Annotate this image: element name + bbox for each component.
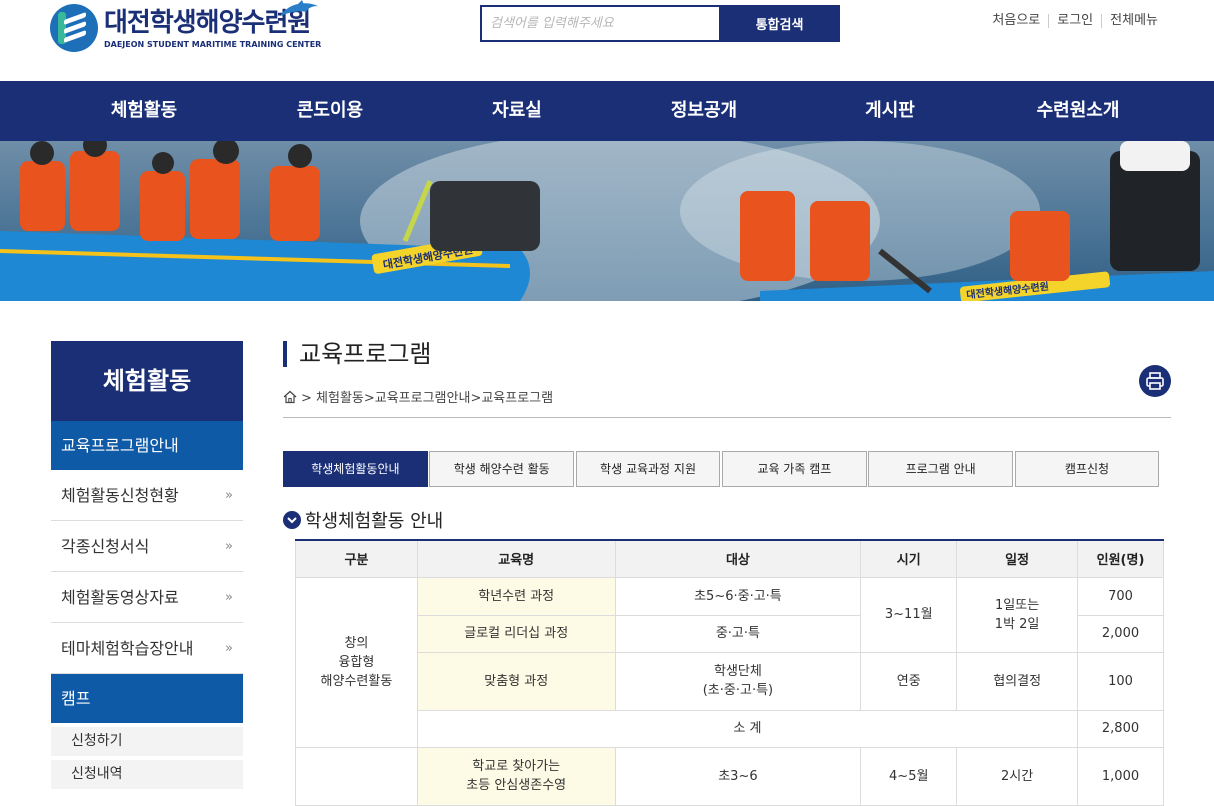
table-cell-category — [295, 746, 418, 806]
chevron-right-icon: » — [225, 590, 233, 605]
table-cell-name: 학년수련 과정 — [416, 576, 616, 616]
table-cell-name: 글로컬 리더십 과정 — [416, 614, 616, 653]
table-cell-name: 학교로 찾아가는 초등 안심생존수영 — [416, 746, 616, 806]
search-button[interactable]: 통합검색 — [719, 5, 840, 42]
breadcrumb-path: > 체험활동>교육프로그램안내>교육프로그램 — [301, 391, 554, 406]
table-row: 창의 융합형 해양수련활동 학년수련 과정 초5~6·중·고·특 3~11월 1… — [295, 576, 1164, 748]
table-cell-count: 100 — [1077, 651, 1164, 711]
sidebar-item-label: 각종신청서식 — [61, 537, 150, 556]
table-cell-schedule: 협의결정 — [956, 651, 1079, 711]
table-cell-count: 1,000 — [1077, 746, 1164, 806]
sidebar-item-label: 체험활동영상자료 — [61, 588, 179, 607]
table-cell-period: 4~5월 — [860, 746, 958, 806]
nav-condo[interactable]: 콘도이용 — [250, 81, 410, 141]
table-cell-count: 700 — [1077, 576, 1164, 616]
table-cell-period: 3~11월 — [860, 576, 958, 653]
breadcrumb: > 체험활동>교육프로그램안내>교육프로그램 — [283, 387, 553, 406]
sidebar-item-camp[interactable]: 캠프 — [51, 674, 243, 723]
sidebar-item-theme-venue[interactable]: 테마체험학습장안내 » — [51, 623, 243, 674]
column-header: 일정 — [956, 539, 1079, 578]
column-header: 구분 — [295, 539, 418, 578]
table-cell-target: 학생단체 (초·중·고·특) — [614, 651, 862, 711]
section-title: 학생체험활동 안내 — [283, 507, 443, 533]
table-cell-count: 2,000 — [1077, 614, 1164, 653]
main-content: 교육프로그램 > 체험활동>교육프로그램안내>교육프로그램 학생체험활동안내 학… — [283, 341, 1171, 806]
print-icon — [1146, 372, 1164, 390]
tab-program-guide[interactable]: 프로그램 안내 — [868, 451, 1014, 487]
header: 대전학생해양수련원 DAEJEON STUDENT MARITIME TRAIN… — [0, 0, 1214, 81]
search-bar: 통합검색 — [480, 5, 840, 42]
table-cell-subtotal-value: 2,800 — [1077, 709, 1164, 748]
main-navigation: 체험활동 콘도이용 자료실 정보공개 게시판 수련원소개 — [0, 81, 1214, 141]
home-link[interactable]: 처음으로 — [984, 14, 1048, 28]
section-title-text: 학생체험활동 안내 — [305, 511, 444, 532]
table-row: 학교로 찾아가는 초등 안심생존수영 초3~6 4~5월 2시간 1,000 — [295, 746, 1164, 806]
table-cell-schedule: 2시간 — [956, 746, 1079, 806]
sidebar-item-videos[interactable]: 체험활동영상자료 » — [51, 572, 243, 623]
sidebar-subitem-history[interactable]: 신청내역 — [51, 760, 243, 789]
table-cell-target: 중·고·특 — [614, 614, 862, 653]
logo-subtitle: DAEJEON STUDENT MARITIME TRAINING CENTER — [104, 39, 322, 49]
column-header: 교육명 — [416, 539, 616, 578]
chevron-right-icon: » — [225, 539, 233, 554]
column-header: 인원(명) — [1077, 539, 1164, 578]
sidebar-item-forms[interactable]: 각종신청서식 » — [51, 521, 243, 572]
sidebar-item-application-status[interactable]: 체험활동신청현황 » — [51, 470, 243, 521]
sidebar: 체험활동 교육프로그램안내 체험활동신청현황 » 각종신청서식 » 체험활동영상… — [51, 341, 243, 789]
sidebar-item-label: 테마체험학습장안내 — [61, 639, 194, 658]
page-title: 교육프로그램 — [283, 341, 1171, 367]
tab-camp-apply[interactable]: 캠프신청 — [1014, 451, 1160, 487]
table-row: 맞춤형 과정 학생단체 (초·중·고·특) 연중 협의결정 100 — [296, 651, 1164, 711]
chevron-right-icon: » — [225, 641, 233, 656]
search-input[interactable] — [480, 5, 719, 42]
rafting-photo: 대전학생해양수련원 대전학생해양수련원 — [0, 141, 1214, 301]
column-header: 대상 — [614, 539, 862, 578]
sitemap-link[interactable]: 전체메뉴 — [1101, 14, 1166, 28]
program-table: 구분 교육명 대상 시기 일정 인원(명) 창의 융합형 해양수련활동 학년수련… — [295, 539, 1164, 806]
sidebar-item-label: 체험활동신청현황 — [61, 486, 179, 505]
table-cell-target: 초5~6·중·고·특 — [614, 576, 862, 616]
nav-about[interactable]: 수련원소개 — [998, 81, 1158, 141]
table-cell-target: 초3~6 — [614, 746, 862, 806]
utility-menu: 처음으로 로그인 전체메뉴 — [984, 14, 1166, 28]
tab-curriculum-support[interactable]: 학생 교육과정 지원 — [575, 451, 721, 487]
table-cell-name: 맞춤형 과정 — [416, 651, 616, 711]
table-cell-schedule: 1일또는 1박 2일 — [956, 576, 1079, 653]
login-link[interactable]: 로그인 — [1048, 14, 1101, 28]
sidebar-subitem-apply[interactable]: 신청하기 — [51, 727, 243, 756]
dolphin-icon — [280, 0, 318, 16]
chevron-right-icon: » — [225, 488, 233, 503]
nav-archive[interactable]: 자료실 — [437, 81, 597, 141]
nav-experience[interactable]: 체험활동 — [64, 81, 224, 141]
sidebar-item-program-guide[interactable]: 교육프로그램안내 — [51, 421, 243, 470]
tab-student-experience[interactable]: 학생체험활동안내 — [283, 451, 428, 487]
table-header-row: 구분 교육명 대상 시기 일정 인원(명) — [295, 539, 1164, 578]
table-cell-category: 창의 융합형 해양수련활동 — [295, 576, 418, 748]
nav-board[interactable]: 게시판 — [810, 81, 970, 141]
table-cell-period: 연중 — [860, 651, 958, 711]
divider — [283, 417, 1171, 418]
program-tabs: 학생체험활동안내 학생 해양수련 활동 학생 교육과정 지원 교육 가족 캠프 … — [283, 451, 1161, 487]
chevron-down-circle-icon — [283, 511, 301, 529]
table-row-subtotal: 소 계 2,800 — [296, 709, 1164, 748]
nav-disclosure[interactable]: 정보공개 — [624, 81, 784, 141]
hero-banner: 대전학생해양수련원 대전학생해양수련원 — [0, 141, 1214, 301]
tab-marine-training[interactable]: 학생 해양수련 활동 — [429, 451, 575, 487]
tab-family-camp[interactable]: 교육 가족 캠프 — [721, 451, 867, 487]
logo-emblem-icon — [50, 4, 98, 52]
table-cell-subtotal-label: 소 계 — [416, 709, 1079, 748]
column-header: 시기 — [860, 539, 958, 578]
sidebar-title: 체험활동 — [51, 341, 243, 421]
print-button[interactable] — [1139, 365, 1171, 397]
home-icon[interactable] — [283, 390, 297, 404]
